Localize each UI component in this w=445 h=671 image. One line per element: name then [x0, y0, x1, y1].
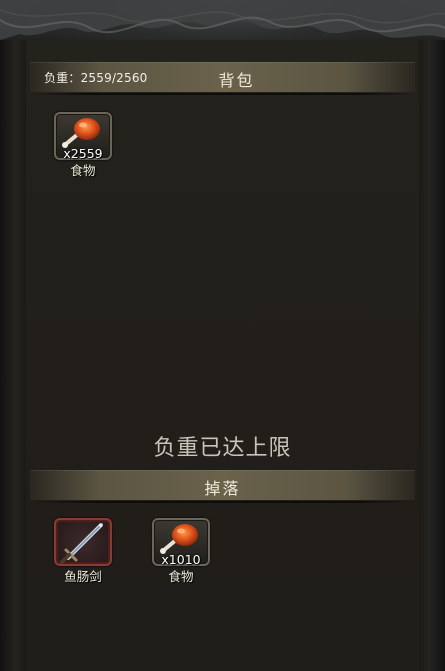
bag-item-slot[interactable]: x2559 食物: [54, 112, 112, 178]
item-name: 鱼肠剑: [64, 569, 102, 584]
sword-icon: [60, 523, 103, 564]
chicken-leg-icon: [62, 118, 100, 148]
bag-title: 背包: [218, 71, 255, 90]
bag-header: 负重：2559/2560 背包: [30, 62, 415, 95]
drop-header: 掉落: [30, 470, 415, 503]
weight-limit-message: 负重已达上限: [153, 436, 292, 461]
item-quantity: x1010: [161, 552, 201, 567]
item-name: 食物: [70, 163, 96, 178]
item-quantity: x2559: [63, 146, 103, 161]
drop-item-slot[interactable]: 鱼肠剑: [54, 518, 112, 584]
drop-item-slot[interactable]: x1010 食物: [152, 518, 210, 584]
frame-right-edge: [419, 40, 445, 671]
item-name: 食物: [168, 569, 194, 584]
chicken-leg-icon: [160, 524, 198, 554]
drop-title: 掉落: [204, 479, 241, 498]
frame-left-edge: [0, 40, 26, 671]
